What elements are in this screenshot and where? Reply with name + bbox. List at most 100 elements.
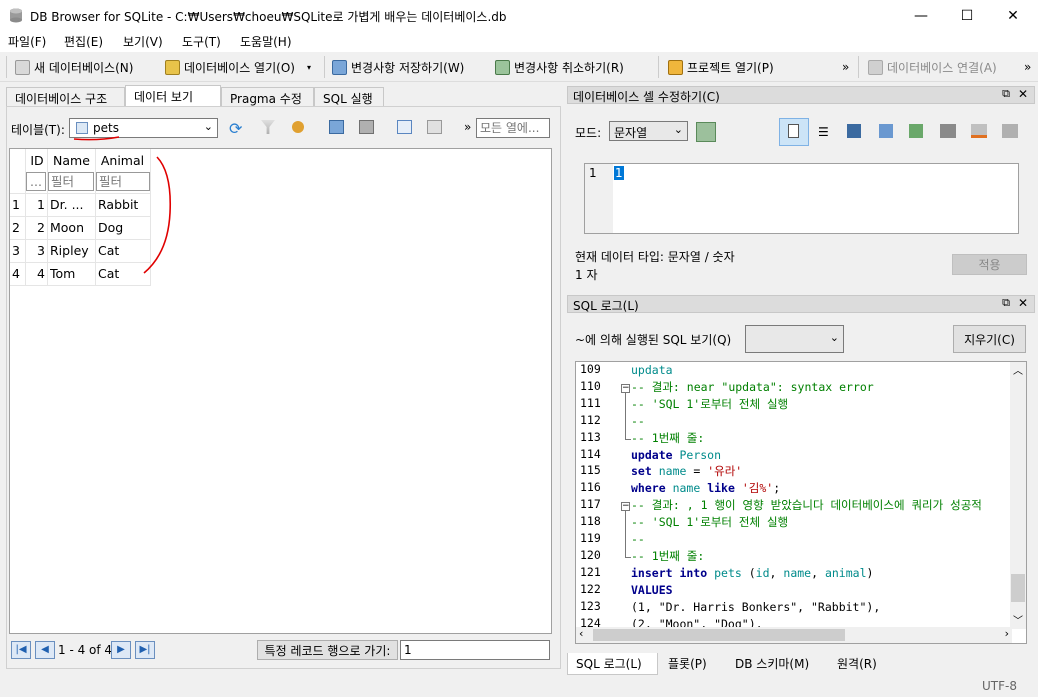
- cell-name[interactable]: Dr. ...: [50, 193, 94, 216]
- tab-plot[interactable]: 플롯(P): [660, 653, 720, 673]
- row-number[interactable]: 2: [12, 216, 24, 239]
- chevron-down-icon: ⌄: [203, 120, 213, 133]
- refresh-icon[interactable]: ⟳: [229, 119, 242, 138]
- cell-editor[interactable]: 1 1: [584, 163, 1019, 234]
- menu-help[interactable]: 도움말(H): [240, 33, 292, 50]
- export-icon[interactable]: [879, 124, 893, 138]
- save-cell-icon[interactable]: [847, 124, 861, 138]
- last-record-icon[interactable]: ▶|: [135, 641, 155, 659]
- scroll-right-icon[interactable]: ›: [1005, 627, 1009, 640]
- line-number: 123: [580, 598, 601, 613]
- tab-remote[interactable]: 원격(R): [829, 653, 889, 673]
- row-number[interactable]: 4: [12, 262, 24, 285]
- menu-view[interactable]: 보기(V): [123, 33, 163, 50]
- fold-toggle-icon[interactable]: −: [621, 384, 630, 393]
- column-header-name[interactable]: Name: [48, 149, 95, 172]
- apply-button[interactable]: 적용: [952, 254, 1027, 275]
- scrollbar-thumb[interactable]: [593, 629, 845, 641]
- edit-cell-dock-title: 데이터베이스 셀 수정하기(C) ⧉ ✕: [567, 86, 1035, 104]
- set-null-icon[interactable]: [940, 124, 956, 138]
- close-button[interactable]: ✕: [990, 0, 1036, 32]
- sort-clear-icon[interactable]: [292, 121, 304, 133]
- attach-database-icon: [868, 59, 883, 75]
- filter-all-columns-input[interactable]: [476, 118, 550, 138]
- encoding-status: UTF-8: [982, 679, 1017, 693]
- new-database-label: 새 데이터베이스(N): [34, 60, 134, 75]
- filter-cell-id[interactable]: ...: [26, 172, 46, 191]
- indent-icon[interactable]: ☰: [818, 125, 829, 139]
- revert-changes-button[interactable]: 변경사항 취소하기(R): [495, 57, 624, 77]
- tab-sql-log[interactable]: SQL 로그(L): [567, 653, 658, 675]
- scroll-down-icon[interactable]: ﹀: [1013, 612, 1023, 627]
- cell-name[interactable]: Tom: [50, 262, 94, 285]
- cell-id[interactable]: 4: [26, 262, 45, 285]
- cell-id[interactable]: 3: [26, 239, 45, 262]
- attach-database-button[interactable]: 데이터베이스 연결(A): [868, 57, 997, 77]
- column-header-id[interactable]: ID: [26, 149, 48, 172]
- line-number: 121: [580, 564, 601, 579]
- clear-cell-icon[interactable]: [971, 124, 987, 138]
- fold-toggle-icon[interactable]: −: [621, 502, 630, 511]
- clear-log-button[interactable]: 지우기(C): [953, 325, 1026, 353]
- close-dock-icon[interactable]: ✕: [1018, 87, 1028, 101]
- print-icon[interactable]: [359, 120, 374, 134]
- scroll-left-icon[interactable]: ‹: [579, 627, 583, 640]
- tab-execute-sql[interactable]: SQL 실행: [314, 87, 384, 107]
- undock-icon[interactable]: ⧉: [1002, 87, 1010, 101]
- record-range: 1 - 4 of 4: [58, 643, 113, 657]
- first-record-icon[interactable]: |◀: [11, 641, 31, 659]
- open-database-button[interactable]: 데이터베이스 열기(O) ▾: [165, 57, 311, 77]
- browse-overflow-button[interactable]: »: [464, 120, 471, 134]
- scrollbar-thumb[interactable]: [1011, 574, 1025, 602]
- sql-log-filter-select[interactable]: ⌄: [745, 325, 844, 353]
- insert-record-icon[interactable]: [397, 120, 412, 134]
- mode-select[interactable]: 문자열 ⌄: [609, 121, 688, 141]
- data-grid[interactable]: ID Name Animal ... 필터 필터 1 1 Dr. ... Rab…: [9, 148, 552, 634]
- tab-edit-pragmas[interactable]: Pragma 수정: [221, 87, 314, 107]
- cell-editor-value[interactable]: 1: [614, 166, 624, 180]
- auto-switch-mode-icon[interactable]: [696, 122, 716, 142]
- tab-db-schema[interactable]: DB 스키마(M): [727, 653, 822, 673]
- tab-browse-data[interactable]: 데이터 보기: [125, 85, 221, 107]
- undock-icon[interactable]: ⧉: [1002, 296, 1010, 310]
- sql-log-editor[interactable]: 109 110 111 112 113 114 115 116 117 118 119 120 121 1…: [575, 361, 1027, 644]
- row-number[interactable]: 1: [12, 193, 24, 216]
- menu-edit[interactable]: 편집(E): [64, 33, 103, 50]
- cell-id[interactable]: 2: [26, 216, 45, 239]
- row-number[interactable]: 3: [12, 239, 24, 262]
- toolbar-separator: [858, 56, 859, 78]
- cell-editor-line-number: 1: [589, 166, 597, 180]
- line-number: 118: [580, 514, 601, 529]
- toolbar-overflow-button-2[interactable]: »: [1024, 57, 1031, 77]
- menu-file[interactable]: 파일(F): [8, 33, 46, 50]
- print-cell-icon[interactable]: [1002, 124, 1018, 138]
- toolbar-overflow-label: »: [842, 60, 850, 74]
- vertical-scrollbar[interactable]: ︿ ﹀: [1010, 362, 1026, 629]
- menu-tools[interactable]: 도구(T): [182, 33, 221, 50]
- import-icon[interactable]: [909, 124, 923, 138]
- goto-record-input[interactable]: [400, 640, 550, 660]
- cell-id[interactable]: 1: [26, 193, 45, 216]
- filter-cell-name[interactable]: 필터: [48, 172, 94, 191]
- cell-name[interactable]: Moon: [50, 216, 94, 239]
- close-dock-icon[interactable]: ✕: [1018, 296, 1028, 310]
- goto-record-button[interactable]: 특정 레코드 행으로 가기:: [257, 640, 398, 660]
- minimize-button[interactable]: —: [898, 0, 944, 32]
- tab-database-structure[interactable]: 데이터베이스 구조: [6, 87, 125, 107]
- delete-record-icon[interactable]: [427, 120, 442, 134]
- previous-record-icon[interactable]: ◀: [35, 641, 55, 659]
- new-database-button[interactable]: 새 데이터베이스(N): [15, 57, 133, 77]
- cell-name[interactable]: Ripley: [50, 239, 94, 262]
- horizontal-scrollbar[interactable]: ‹ ›: [576, 627, 1012, 643]
- toolbar-overflow-button[interactable]: »: [842, 57, 849, 77]
- open-database-dropdown-icon[interactable]: ▾: [307, 63, 311, 72]
- attach-database-label: 데이터베이스 연결(A): [887, 60, 997, 75]
- save-table-icon[interactable]: [329, 120, 344, 134]
- scroll-up-icon[interactable]: ︿: [1013, 362, 1023, 377]
- maximize-button[interactable]: ☐: [944, 0, 990, 32]
- write-changes-button[interactable]: 변경사항 저장하기(W): [332, 57, 464, 77]
- toolbar-separator: [658, 56, 659, 78]
- title-bar: DB Browser for SQLite - C:₩Users₩choeu₩S…: [0, 0, 1038, 32]
- open-project-button[interactable]: 프로젝트 열기(P): [668, 57, 774, 77]
- next-record-icon[interactable]: ▶: [111, 641, 131, 659]
